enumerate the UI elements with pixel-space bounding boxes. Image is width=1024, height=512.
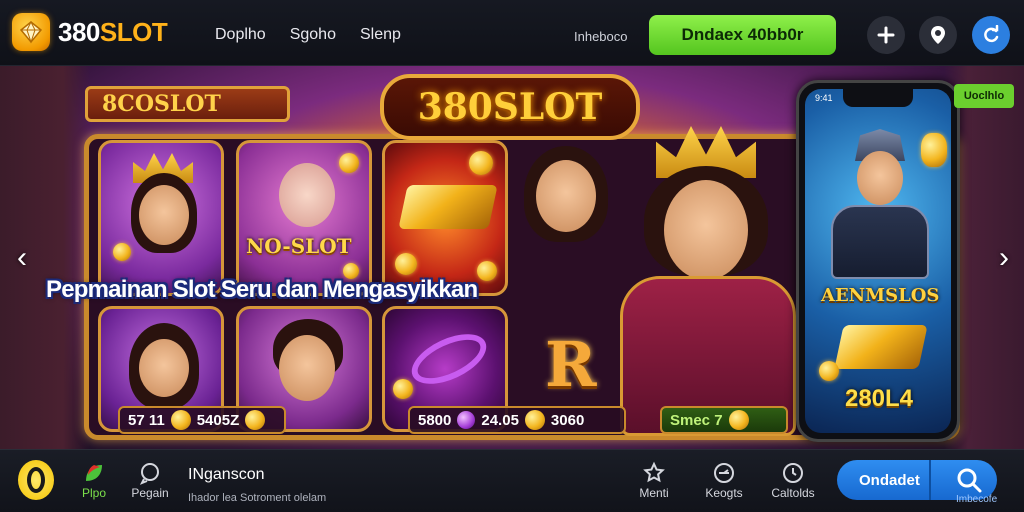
bottom-item-menti[interactable]: Menti bbox=[630, 460, 678, 500]
bottom-item-label: Menti bbox=[639, 486, 669, 500]
coin-icon bbox=[469, 151, 493, 175]
stat-label: 57 11 bbox=[128, 411, 165, 429]
header-tagline: Inheboco bbox=[574, 29, 628, 44]
header-cta-button[interactable]: Dndaex 40bb0r bbox=[649, 15, 836, 55]
logo-text: 380SLOT bbox=[58, 16, 168, 47]
coin-icon bbox=[170, 410, 191, 430]
coin-icon bbox=[524, 410, 545, 430]
clock-icon bbox=[783, 463, 803, 483]
gold-bar-icon bbox=[398, 185, 498, 229]
chat-icon bbox=[139, 463, 159, 485]
site-logo[interactable]: 380SLOT bbox=[12, 13, 168, 51]
big-letter: R bbox=[545, 328, 597, 401]
game-card-noslot[interactable] bbox=[236, 140, 372, 296]
card-title: NO-SLOT bbox=[246, 234, 352, 258]
hero-headline: Pepmainan Slot Seru dan Mengasyikkan bbox=[46, 276, 478, 303]
character-face bbox=[139, 339, 189, 397]
character-face bbox=[139, 185, 189, 245]
coin-icon bbox=[393, 379, 413, 399]
coin-icon bbox=[728, 410, 749, 430]
top-navigation-bar: 380SLOT Doplho Sgoho Slenp Inheboco Dnda… bbox=[0, 0, 1024, 66]
gem-icon bbox=[457, 411, 476, 429]
refresh-button[interactable] bbox=[972, 16, 1010, 54]
bottom-item-label: Caltolds bbox=[771, 486, 815, 500]
character-lady bbox=[520, 146, 620, 256]
plus-icon bbox=[877, 26, 895, 44]
main-nav: Doplho Sgoho Slenp bbox=[215, 26, 401, 44]
character-face bbox=[279, 335, 335, 401]
bottom-item-pegain[interactable]: Pegain bbox=[128, 460, 172, 500]
game-card-goldbar[interactable] bbox=[382, 140, 508, 296]
add-button[interactable] bbox=[867, 16, 905, 54]
nav-item-sgoho[interactable]: Sgoho bbox=[290, 26, 336, 44]
cta-divider bbox=[929, 460, 931, 500]
diamond-logo-icon bbox=[12, 13, 50, 51]
bottom-logo-icon[interactable] bbox=[18, 460, 54, 500]
coin-icon bbox=[395, 253, 417, 275]
hero-banner[interactable]: 8COSLOT 380SLOT NO-SLOT R Pepmainan Slot… bbox=[0, 66, 1024, 449]
nav-item-slenp[interactable]: Slenp bbox=[360, 26, 401, 44]
gold-bar-icon bbox=[834, 325, 928, 369]
gauge-icon bbox=[714, 463, 734, 483]
brand-banner-left: 8COSLOT bbox=[85, 86, 290, 122]
coin-icon bbox=[921, 133, 947, 167]
location-pin-icon bbox=[931, 26, 945, 44]
bottom-subtitle: Ihador lea Sotroment olelam bbox=[188, 492, 327, 504]
carousel-next-arrow[interactable]: › bbox=[990, 238, 1018, 278]
phone-status-time: 9:41 bbox=[815, 93, 833, 103]
character-face bbox=[279, 163, 335, 227]
coin-icon bbox=[245, 410, 266, 430]
bottom-item-label: Keogts bbox=[705, 486, 743, 500]
coin-icon bbox=[113, 243, 131, 261]
phone-notch bbox=[843, 89, 913, 107]
carousel-prev-arrow[interactable]: ‹ bbox=[8, 238, 36, 278]
bottom-item-plpo[interactable]: Plpo bbox=[74, 460, 114, 500]
bottom-item-label: Plpo bbox=[81, 486, 107, 500]
stat-bar-3: Smec 7 bbox=[660, 406, 788, 434]
bottom-cta-sublabel: Imbecofe bbox=[956, 494, 998, 505]
coin-icon bbox=[477, 261, 497, 281]
side-tag[interactable]: Uoclhlo bbox=[954, 84, 1014, 108]
game-card-jester[interactable] bbox=[98, 140, 224, 296]
stat-bar-2: 5800 24.05 3060 bbox=[408, 406, 626, 434]
bottom-cta-label: Ondadet bbox=[859, 471, 920, 489]
stat-value: 5405Z bbox=[196, 411, 240, 429]
stat-bar-1: 57 11 5405Z bbox=[118, 406, 286, 434]
phone-game-title: AENMSLOS bbox=[821, 285, 940, 306]
bottom-item-label: Pegain bbox=[131, 486, 169, 500]
brand-logo-banner: 380SLOT bbox=[380, 74, 640, 140]
star-icon bbox=[643, 461, 665, 483]
location-button[interactable] bbox=[919, 16, 957, 54]
character-king bbox=[610, 126, 800, 436]
stat-label: 5800 bbox=[418, 411, 452, 429]
phone-screen[interactable]: 9:41 AENMSLOS 280L4 bbox=[805, 89, 951, 433]
stat-value: 24.05 bbox=[481, 411, 519, 429]
phone-mockup: 9:41 AENMSLOS 280L4 bbox=[796, 80, 960, 442]
coin-icon bbox=[339, 153, 359, 173]
leaf-icon bbox=[86, 465, 102, 481]
character-warrior bbox=[825, 129, 935, 279]
phone-jackpot-number: 280L4 bbox=[844, 385, 914, 412]
ring-icon bbox=[404, 323, 494, 395]
coin-icon bbox=[819, 361, 839, 381]
bottom-item-keogts[interactable]: Keogts bbox=[700, 460, 748, 500]
stat-extra: 3060 bbox=[550, 411, 585, 429]
refresh-icon bbox=[984, 25, 999, 43]
search-icon[interactable] bbox=[955, 466, 983, 494]
bottom-title: INganscon bbox=[188, 466, 265, 483]
bottom-item-caltolds[interactable]: Caltolds bbox=[766, 460, 820, 500]
nav-item-doplho[interactable]: Doplho bbox=[215, 26, 266, 44]
bottom-bar: Plpo Pegain INganscon Ihador lea Sotrome… bbox=[0, 449, 1024, 512]
stat-label: Smec 7 bbox=[670, 411, 723, 429]
